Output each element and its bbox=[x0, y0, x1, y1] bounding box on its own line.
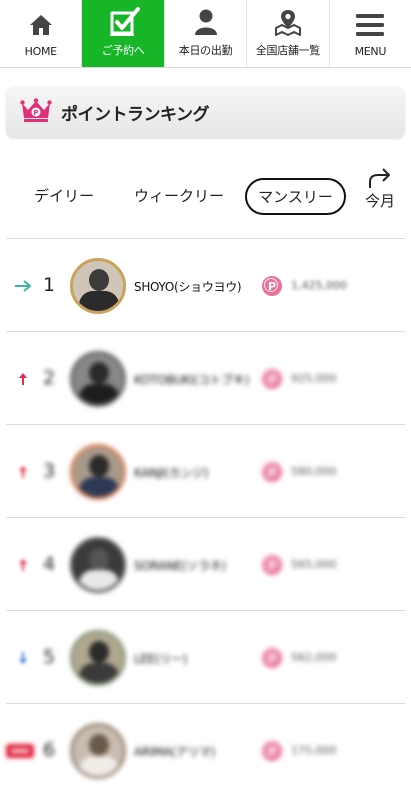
menu-icon bbox=[356, 10, 385, 40]
cast-name[interactable]: SORANE(ソラネ) bbox=[134, 558, 226, 574]
ranking-row[interactable]: 4 SORANE(ソラネ) P 565,000 bbox=[6, 517, 405, 610]
ranking-row[interactable]: 3 KANJI(カンジ) P 580,000 bbox=[6, 424, 405, 517]
point-badge-icon: P bbox=[262, 369, 282, 389]
tab-monthly[interactable]: マンスリー bbox=[245, 178, 346, 215]
new-badge-icon bbox=[6, 744, 34, 758]
tab-weekly[interactable]: ウィークリー bbox=[134, 185, 224, 206]
rank-number: 6 bbox=[42, 739, 56, 761]
nav-store-label: 全国店舗一覧 bbox=[255, 44, 321, 57]
point-value: 1,425,000 bbox=[291, 279, 347, 292]
trend-up-icon bbox=[12, 465, 34, 479]
cast-name[interactable]: KOTOBUKI(コトブキ) bbox=[134, 372, 249, 388]
point-value: 580,000 bbox=[291, 465, 337, 478]
point-badge-icon: P bbox=[262, 462, 282, 482]
trend-up-icon bbox=[12, 372, 34, 386]
nav-home-label: HOME bbox=[24, 45, 57, 58]
current-month-link[interactable]: 今月 bbox=[360, 168, 400, 211]
ranking-row[interactable]: 2 KOTOBUKI(コトブキ) P 925,000 bbox=[6, 331, 405, 424]
ranking-row[interactable]: 6 ARIMA(アリマ) P 175,000 bbox=[6, 703, 405, 796]
nav-menu-label: MENU bbox=[354, 45, 387, 58]
point-badge-icon: P bbox=[262, 648, 282, 668]
nav-reserve[interactable]: ご予約へ bbox=[82, 0, 165, 67]
trend-up-icon bbox=[12, 558, 34, 572]
redo-arrow-icon bbox=[360, 168, 400, 190]
point-badge-icon: P bbox=[262, 276, 282, 296]
ranking-row[interactable]: 1 SHOYO(ショウヨウ) P 1,425,000 bbox=[6, 238, 405, 331]
svg-text:P: P bbox=[33, 109, 38, 117]
ranking-title-bar: P ポイントランキング bbox=[6, 86, 405, 138]
nav-today-label: 本日の出勤 bbox=[178, 44, 233, 57]
avatar[interactable] bbox=[70, 444, 126, 500]
rank-number: 2 bbox=[42, 367, 56, 389]
point-badge-icon: P bbox=[262, 741, 282, 761]
map-pin-icon bbox=[274, 7, 302, 37]
cast-name[interactable]: ARIMA(アリマ) bbox=[134, 744, 215, 760]
point-value: 565,000 bbox=[291, 558, 337, 571]
nav-today-attendance[interactable]: 本日の出勤 bbox=[165, 0, 248, 67]
point-value: 562,000 bbox=[291, 651, 337, 664]
crown-p-icon: P bbox=[20, 98, 52, 126]
nav-home[interactable]: HOME bbox=[0, 0, 83, 67]
rank-number: 3 bbox=[42, 460, 56, 482]
point-value: 925,000 bbox=[291, 372, 337, 385]
avatar[interactable] bbox=[70, 537, 126, 593]
cast-name[interactable]: LEE(リー) bbox=[134, 651, 187, 667]
nav-store-list[interactable]: 全国店舗一覧 bbox=[247, 0, 330, 67]
avatar[interactable] bbox=[70, 723, 126, 779]
home-icon bbox=[29, 10, 53, 40]
trend-same-icon bbox=[12, 279, 34, 293]
period-tabs: デイリー ウィークリー マンスリー 今月 bbox=[0, 168, 411, 228]
nav-menu[interactable]: MENU bbox=[330, 0, 411, 67]
tab-daily[interactable]: デイリー bbox=[34, 185, 94, 206]
cast-name[interactable]: SHOYO(ショウヨウ) bbox=[134, 279, 242, 295]
trend-down-icon bbox=[12, 651, 34, 665]
page-title: ポイントランキング bbox=[61, 104, 210, 125]
cast-name[interactable]: KANJI(カンジ) bbox=[134, 465, 209, 481]
point-badge-icon: P bbox=[262, 555, 282, 575]
rank-number: 5 bbox=[42, 646, 56, 668]
rank-number: 1 bbox=[42, 274, 56, 296]
person-icon bbox=[194, 7, 217, 37]
nav-reserve-label: ご予約へ bbox=[101, 44, 145, 57]
avatar[interactable] bbox=[70, 630, 126, 686]
avatar[interactable] bbox=[70, 351, 126, 407]
ranking-row[interactable]: 5 LEE(リー) P 562,000 bbox=[6, 610, 405, 703]
reserve-check-icon bbox=[106, 7, 141, 37]
avatar[interactable] bbox=[70, 258, 126, 314]
global-nav: HOME ご予約へ 本日の出勤 全国店舗一覧 MENU bbox=[0, 0, 411, 68]
point-value: 175,000 bbox=[291, 744, 337, 757]
rank-number: 4 bbox=[42, 553, 56, 575]
current-month-label: 今月 bbox=[364, 192, 395, 210]
